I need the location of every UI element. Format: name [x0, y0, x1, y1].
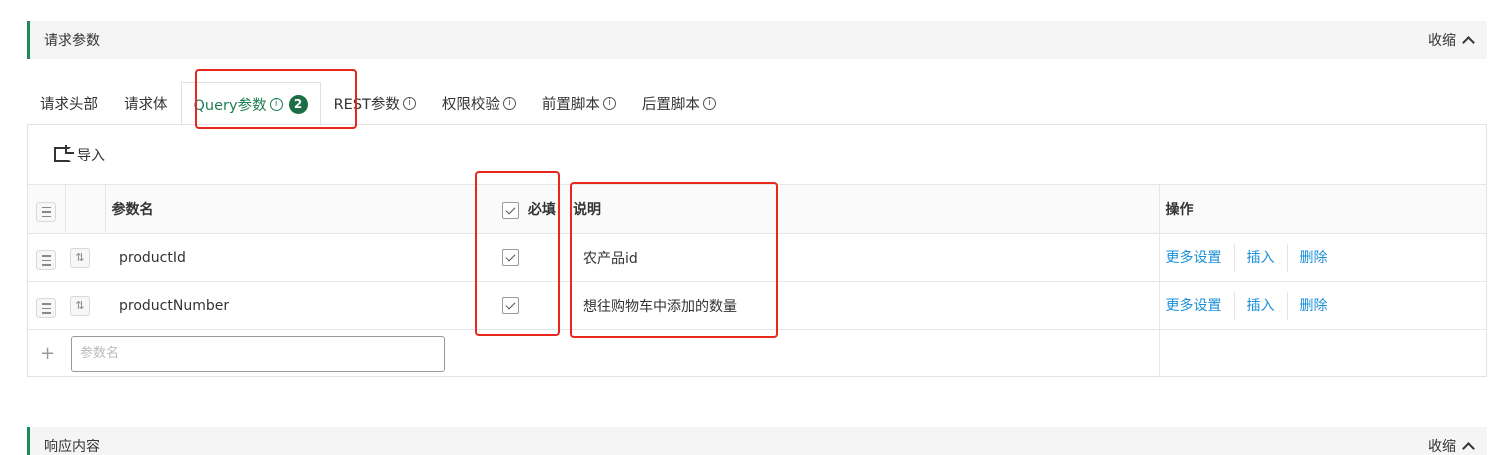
header-actions: 操作 — [1158, 184, 1486, 234]
insert-link[interactable]: 插入 — [1247, 250, 1275, 266]
param-description-cell[interactable]: 想往购物车中添加的数量 — [571, 281, 1159, 330]
response-content-header: 响应内容 收缩 — [27, 427, 1487, 455]
required-checkbox[interactable] — [502, 297, 519, 314]
divider — [1233, 291, 1235, 320]
tab-permission-check[interactable]: 权限校验 i — [429, 82, 529, 125]
add-row-icon[interactable]: + — [28, 343, 55, 364]
import-icon — [54, 145, 74, 162]
tab-request-headers[interactable]: 请求头部 — [27, 82, 111, 125]
divider — [1286, 291, 1288, 320]
tab-label: 权限校验 — [441, 97, 500, 113]
info-icon: i — [602, 97, 616, 110]
info-icon: i — [502, 97, 516, 110]
drag-handle-icon[interactable] — [36, 250, 56, 271]
drag-handle-icon[interactable] — [36, 298, 56, 319]
sort-arrows-icon[interactable]: ⇅ — [70, 295, 90, 316]
param-name-cell[interactable]: productId — [105, 233, 496, 282]
tab-rest-params[interactable]: REST参数 i — [321, 82, 429, 125]
import-label: 导入 — [77, 147, 105, 164]
table-row: ⇅ productNumber 想往购物车中添加的数量 更多设置 插入 删除 — [28, 281, 1486, 330]
info-icon: i — [702, 97, 716, 110]
header-param-name: 参数名 — [104, 184, 496, 234]
query-params-panel: 导入 参数名 必填 说明 操作 ⇅ productId 农产品id 更多设置 插… — [27, 124, 1487, 378]
section-title: 响应内容 — [44, 439, 100, 455]
param-name-cell[interactable]: productNumber — [105, 281, 496, 330]
params-table: 参数名 必填 说明 操作 ⇅ productId 农产品id 更多设置 插入 删除 … — [28, 184, 1486, 378]
tab-label: 后置脚本 — [641, 97, 700, 113]
empty-actions-cell — [1158, 329, 1486, 378]
tab-post-script[interactable]: 后置脚本 i — [629, 82, 729, 125]
chevron-up-icon — [1462, 36, 1475, 49]
tab-label: 请求体 — [124, 97, 168, 113]
more-settings-link[interactable]: 更多设置 — [1166, 250, 1222, 266]
new-param-name-input[interactable] — [71, 335, 445, 372]
import-button[interactable]: 导入 — [28, 125, 1486, 184]
header-required-label: 必填 — [527, 202, 556, 218]
divider — [1286, 243, 1288, 272]
tab-label: 请求头部 — [40, 97, 98, 113]
divider — [1233, 243, 1235, 272]
count-badge: 2 — [288, 94, 308, 114]
header-sort-cell — [64, 184, 105, 234]
collapse-button[interactable]: 收缩 — [1428, 436, 1475, 455]
header-description: 说明 — [571, 184, 1159, 234]
new-param-row: + — [28, 329, 1486, 378]
select-all-checkbox[interactable] — [502, 201, 519, 219]
insert-link[interactable]: 插入 — [1247, 298, 1275, 314]
tab-query-params[interactable]: Query参数 i 2 — [180, 82, 321, 126]
info-icon: i — [269, 97, 283, 111]
param-description-cell[interactable]: 农产品id — [571, 233, 1159, 282]
delete-link[interactable]: 删除 — [1300, 250, 1328, 266]
info-icon: i — [402, 97, 416, 110]
drag-handle-icon[interactable] — [36, 201, 56, 222]
table-row: ⇅ productId 农产品id 更多设置 插入 删除 — [28, 233, 1486, 282]
tab-label: Query参数 — [193, 97, 267, 114]
delete-link[interactable]: 删除 — [1300, 298, 1328, 314]
tab-label: REST参数 — [333, 97, 400, 113]
sort-arrows-icon[interactable]: ⇅ — [70, 247, 90, 268]
tab-label: 前置脚本 — [541, 97, 600, 113]
section-title: 请求参数 — [44, 33, 100, 49]
table-header-row: 参数名 必填 说明 操作 — [28, 184, 1486, 234]
tab-request-body[interactable]: 请求体 — [111, 82, 181, 125]
request-params-header: 请求参数 收缩 — [27, 21, 1487, 59]
required-checkbox[interactable] — [502, 249, 519, 266]
collapse-label: 收缩 — [1428, 33, 1456, 49]
header-handle-cell — [28, 184, 65, 234]
param-tabs: 请求头部 请求体 Query参数 i 2 REST参数 i 权限校验 i 前置脚… — [27, 82, 729, 126]
chevron-up-icon — [1462, 442, 1475, 455]
more-settings-link[interactable]: 更多设置 — [1166, 298, 1222, 314]
collapse-button[interactable]: 收缩 — [1428, 30, 1475, 50]
header-required: 必填 — [496, 184, 571, 234]
row-actions: 更多设置 插入 删除 — [1158, 281, 1486, 330]
tab-pre-script[interactable]: 前置脚本 i — [529, 82, 629, 125]
collapse-label: 收缩 — [1428, 439, 1456, 455]
row-actions: 更多设置 插入 删除 — [1158, 233, 1486, 282]
